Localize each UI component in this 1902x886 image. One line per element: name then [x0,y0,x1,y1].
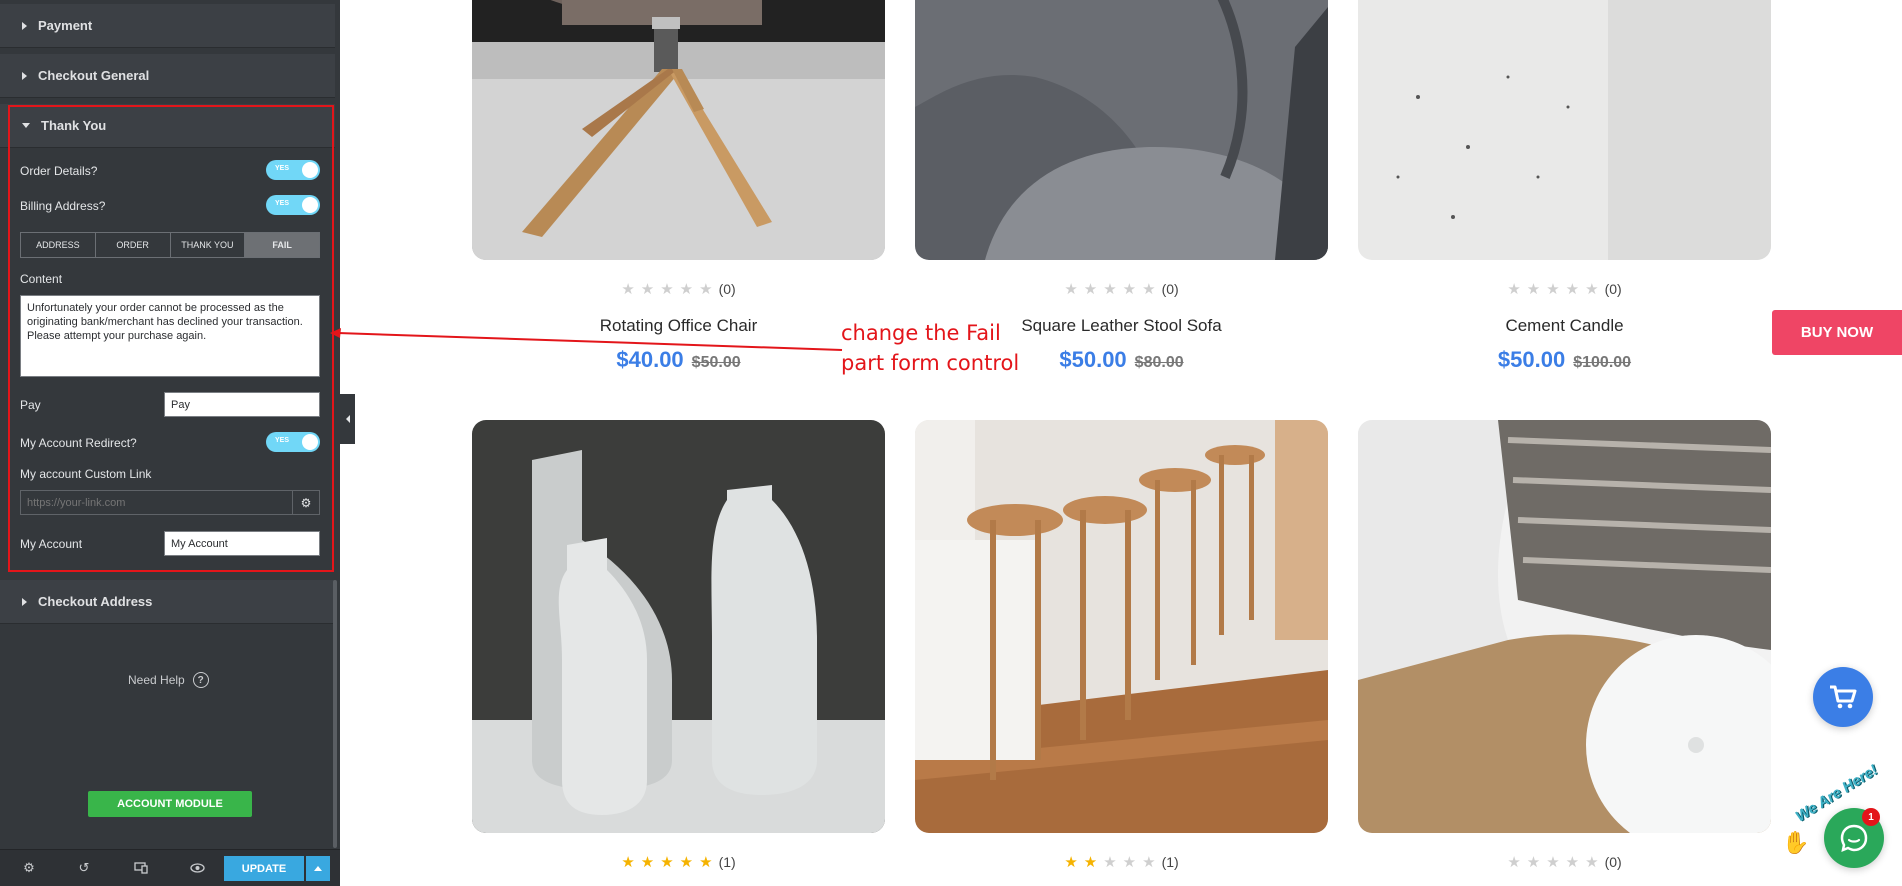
star-icon: ★★★★★ [621,854,719,871]
link-settings-gear-icon[interactable]: ⚙ [293,490,320,515]
product-name[interactable]: Rotating Office Chair [472,316,885,336]
custom-link-input[interactable] [20,490,293,515]
section-checkout-general-label: Checkout General [38,68,150,83]
billing-address-label: Billing Address? [20,199,106,213]
star-icon: ★★ [1064,854,1104,871]
star-icon: ★★★★★ [1507,281,1605,298]
regular-price: $80.00 [1134,354,1184,371]
cart-icon [1830,685,1857,709]
product-price: $40.00 $50.00 [472,347,885,373]
account-redirect-toggle[interactable]: YES [266,432,320,452]
history-icon[interactable]: ↺ [76,860,92,876]
my-account-label: My Account [20,537,83,551]
section-checkout-address-label: Checkout Address [38,594,153,609]
tab-thank-you[interactable]: THANK YOU [171,233,246,257]
tab-order[interactable]: ORDER [96,233,171,257]
section-payment[interactable]: Payment [0,4,335,48]
product-image-pillow[interactable] [1358,420,1771,833]
toggle-text: YES [275,437,290,444]
content-label: Content [20,272,63,286]
rating-stars: ★★★★★(0) [915,280,1328,298]
message-tabs: ADDRESS ORDER THANK YOU FAIL [20,232,320,258]
account-module-button[interactable]: ACCOUNT MODULE [88,791,252,817]
toggle-text: YES [275,200,290,207]
buy-now-button[interactable]: BUY NOW [1772,310,1902,355]
product-name[interactable]: Cement Candle [1358,316,1771,336]
pay-label: Pay [20,398,41,412]
eye-icon[interactable] [189,860,205,876]
chevron-right-icon [22,21,27,30]
toggle-knob [302,197,318,213]
section-checkout-general[interactable]: Checkout General [0,54,335,98]
sidebar-footer: ⚙ ↺ UPDATE [0,849,340,886]
rating-stars: ★★★★★(0) [1358,280,1771,298]
review-count: (0) [718,281,736,297]
rating-stars: ★★★★★(1) [915,853,1328,871]
chat-icon [1840,824,1868,853]
star-icon: ★★★ [1103,854,1162,871]
question-icon: ? [192,672,209,688]
sale-price: $50.00 [1497,347,1566,372]
regular-price: $50.00 [691,354,741,371]
custom-link-label: My account Custom Link [20,467,152,481]
review-count: (1) [718,854,736,870]
wave-hand-icon: ✋ [1782,830,1810,855]
star-icon: ★★★★★ [1064,281,1162,298]
need-help-label: Need Help [128,673,185,687]
product-image-chair[interactable] [472,0,885,260]
tab-fail[interactable]: FAIL [245,233,319,257]
collapse-sidebar-button[interactable] [340,394,355,444]
rating-stars: ★★★★★(0) [1358,853,1771,871]
section-payment-label: Payment [38,18,93,33]
star-icon: ★★★★★ [621,281,719,298]
account-redirect-label: My Account Redirect? [20,436,137,450]
regular-price: $100.00 [1573,354,1632,371]
billing-address-toggle[interactable]: YES [266,195,320,215]
star-icon: ★★★★★ [1507,854,1605,871]
chevron-left-icon [345,415,350,423]
product-image-stools[interactable] [915,420,1328,833]
product-price: $50.00 $100.00 [1358,347,1771,373]
editor-sidebar: Payment Checkout General Thank You Order… [0,0,340,886]
product-price: $50.00 $80.00 [915,347,1328,373]
content-textarea[interactable]: Unfortunately your order cannot be proce… [20,295,320,377]
pay-input[interactable] [164,392,320,417]
sale-price: $50.00 [1059,347,1127,372]
rating-stars: ★★★★★(1) [472,853,885,871]
toggle-knob [302,162,318,178]
review-count: (0) [1161,281,1179,297]
gear-icon[interactable]: ⚙ [21,860,37,876]
update-button[interactable]: UPDATE [224,856,304,881]
review-count: (1) [1161,854,1179,870]
responsive-icon[interactable] [133,860,149,876]
order-details-label: Order Details? [20,164,98,178]
review-count: (0) [1604,281,1622,297]
toggle-knob [302,434,318,450]
product-name[interactable]: Square Leather Stool Sofa [915,316,1328,336]
toggle-text: YES [275,165,290,172]
sale-price: $40.00 [616,347,684,372]
order-details-toggle[interactable]: YES [266,160,320,180]
product-image-candle[interactable] [1358,0,1771,260]
sidebar-scrollbar[interactable] [333,580,337,848]
rating-stars: ★★★★★(0) [472,280,885,298]
my-account-input[interactable] [164,531,320,556]
review-count: (0) [1604,854,1622,870]
tab-address[interactable]: ADDRESS [21,233,96,257]
chevron-right-icon [22,71,27,80]
floating-cart-button[interactable] [1813,667,1873,727]
chevron-right-icon [22,597,27,606]
update-options-caret-icon[interactable] [306,856,330,881]
chat-notification-badge: 1 [1862,808,1880,826]
section-checkout-address[interactable]: Checkout Address [0,580,335,624]
product-image-vases[interactable] [472,420,885,833]
need-help-link[interactable]: Need Help ? [128,672,209,688]
product-image-sofa[interactable] [915,0,1328,260]
